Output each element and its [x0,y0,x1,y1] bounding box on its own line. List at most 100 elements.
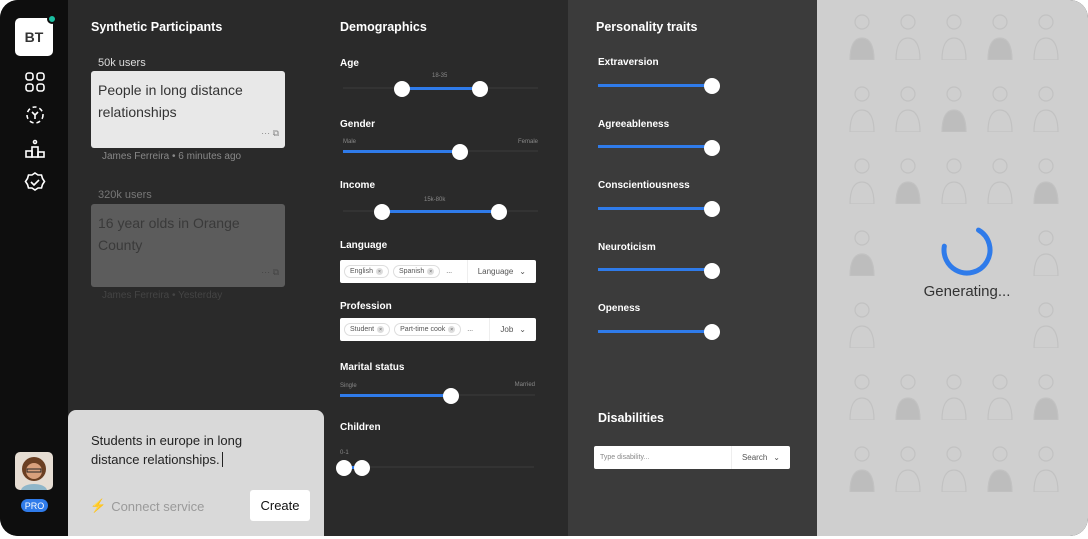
marital-left: Single [340,383,357,389]
card-text: People in long distance relationships [98,82,243,120]
trait-agreeableness-thumb[interactable] [704,139,720,156]
persona-figure [849,14,875,60]
remove-chip-icon[interactable]: × [448,326,456,333]
persona-figure [895,446,921,492]
remove-chip-icon[interactable]: × [427,268,435,275]
persona-figure [987,86,1013,132]
remove-chip-icon[interactable]: × [377,326,385,333]
participant-card[interactable]: 16 year olds in Orange County ··· ⧉ [91,204,285,287]
language-label: Language [340,240,388,251]
chevron-down-icon: ⌄ [773,453,780,462]
profession-dropdown[interactable]: Job ⌄ [489,318,536,341]
disabilities-title: Disabilities [598,411,664,425]
income-thumb[interactable] [491,204,507,220]
chevron-down-icon: ⌄ [519,267,526,276]
persona-figure [1033,374,1059,420]
user-avatar[interactable] [15,452,53,490]
workspace-logo[interactable]: BT [15,14,57,56]
trait-label: Conscientiousness [598,180,690,191]
trait-label: Agreeableness [598,118,670,130]
persona-figure [895,158,921,204]
trait-openess-thumb[interactable] [704,324,720,340]
profession-chip[interactable]: Student × [344,323,391,336]
children-range: 0-1 [340,450,349,456]
compose-box[interactable]: Students in europe in long distance rela… [68,410,324,536]
participants-title: Synthetic Participants [91,20,223,34]
persona-figure [849,446,875,492]
trait-label: Openess [598,303,641,314]
connect-service-button[interactable]: ⚡ Connect service [90,498,204,514]
trait-conscientiousness-thumb[interactable] [704,201,720,217]
gender-left: Male [343,139,357,145]
personality-title: Personality traits [596,20,698,34]
trait-neuroticism-slider-fill [598,268,712,271]
age-range: 18-35 [432,73,448,79]
disability-search-button[interactable]: Search ⌄ [730,446,790,469]
income-slider-fill [382,209,499,213]
disability-input[interactable]: Type disability... [600,454,649,461]
persona-figure [1033,302,1059,348]
verified-icon[interactable] [24,171,46,193]
persona-figure [895,374,921,420]
children-thumb[interactable] [354,460,371,476]
marital-label: Marital status [340,362,405,373]
remove-chip-icon[interactable]: × [375,268,383,275]
gender-label: Gender [340,119,376,130]
card-users: 50k users [98,57,146,69]
chip-label: Part-time cook [400,326,446,333]
ranking-icon[interactable] [24,138,46,160]
persona-figure [941,158,967,204]
disability-field[interactable]: Type disability... Search ⌄ [594,446,790,469]
card-text: 16 year olds in Orange County [98,215,240,253]
chip-label: English [350,268,373,275]
compose-input[interactable]: Students in europe in long distance rela… [91,431,271,469]
trait-extraversion-thumb[interactable] [704,78,720,94]
persona-figure [987,158,1013,204]
persona-figure [1033,446,1059,492]
participant-card[interactable]: People in long distance relationships ···… [91,71,285,148]
persona-figure [849,374,875,420]
persona-figure [849,302,875,348]
chip-label: Student [350,326,375,333]
profession-select[interactable]: Student × Part-time cook ×... Job ⌄ [340,318,536,341]
grid-icon[interactable] [24,71,46,93]
children-min-thumb[interactable] [336,460,353,476]
language-chip[interactable]: Spanish × [392,265,441,278]
gender-thumb[interactable] [452,144,468,160]
age-slider-fill [401,86,480,90]
persona-figure [1033,230,1059,276]
income-min-thumb[interactable] [374,204,390,220]
trait-neuroticism-thumb[interactable] [704,262,720,279]
card-meta: James Ferreira • Yesterday [102,290,223,301]
create-button[interactable]: Create [250,490,310,521]
persona-figure [849,158,875,204]
dropdown-label: Job [500,325,514,334]
age-thumb[interactable] [471,81,488,97]
children-slider-track[interactable] [344,466,534,468]
sidebar: BT PRO [0,0,68,536]
persona-icon[interactable] [24,104,46,126]
chevron-down-icon: ⌄ [519,325,526,334]
card-actions-icon[interactable]: ··· ⧉ [261,261,279,283]
text-cursor [221,452,227,467]
profession-chip[interactable]: Part-time cook × [394,323,462,336]
language-select[interactable]: English × Spanish ×... Language ⌄ [340,260,536,283]
language-chip[interactable]: English × [344,265,389,278]
persona-figure [987,374,1013,420]
age-label: Age [340,58,359,69]
trait-conscientiousness-slider-fill [598,206,712,210]
card-meta: James Ferreira • 6 minutes ago [102,151,242,162]
gender-right: Female [517,139,538,145]
card-actions-icon[interactable]: ··· ⧉ [261,122,279,144]
persona-figure [1033,86,1059,132]
age-min-thumb[interactable] [393,81,410,97]
trait-label: Extraversion [598,57,659,68]
marital-slider-fill [340,393,452,397]
notification-dot [47,14,57,24]
connect-label: Connect service [111,498,205,514]
trait-openess-slider-fill [598,329,712,333]
language-dropdown[interactable]: Language ⌄ [466,260,536,283]
persona-figure [1033,14,1059,60]
profession-label: Profession [340,301,392,312]
dropdown-label: Language [477,267,514,276]
